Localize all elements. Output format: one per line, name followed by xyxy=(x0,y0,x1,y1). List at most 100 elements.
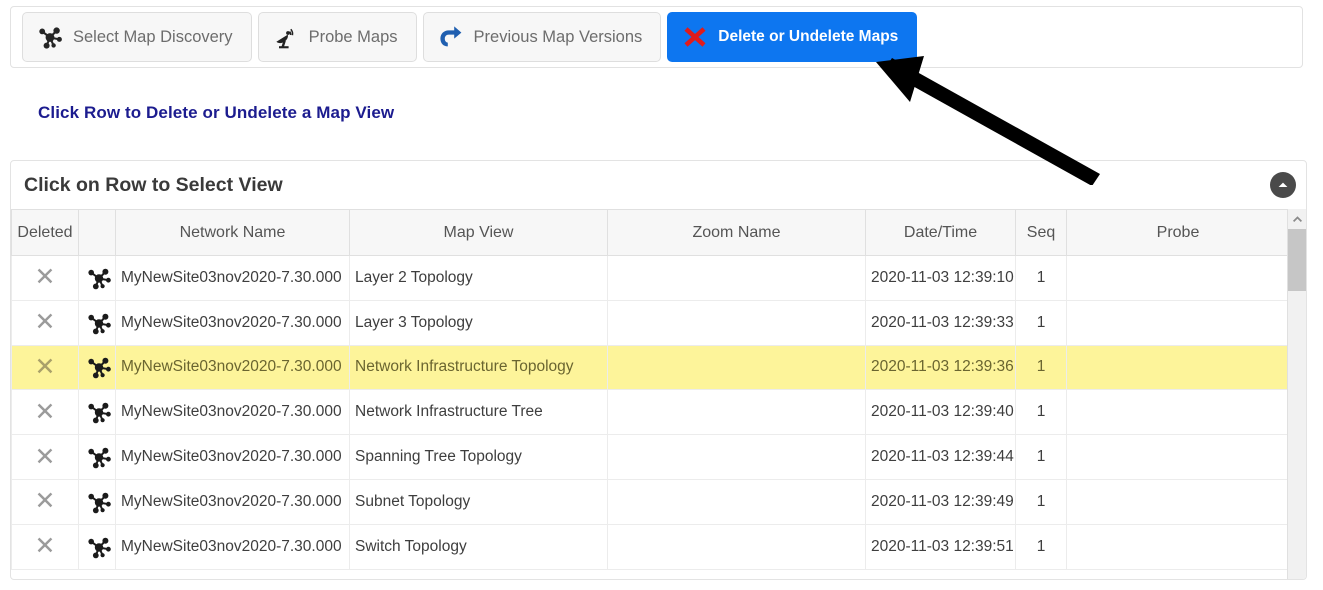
network-hub-icon xyxy=(84,354,114,380)
delete-cell[interactable]: ✕ xyxy=(11,299,79,346)
table-vertical-scrollbar[interactable] xyxy=(1287,209,1306,579)
network-hub-icon xyxy=(37,24,63,50)
delete-cell[interactable]: ✕ xyxy=(11,255,79,301)
cell-seq: 1 xyxy=(1015,255,1067,301)
network-hub-icon xyxy=(84,265,114,291)
cell-datetime: 2020-11-03 12:39:49 xyxy=(865,478,1016,525)
network-hub-icon xyxy=(84,310,114,336)
map-views-panel: Click on Row to Select View Deleted Netw… xyxy=(10,160,1307,580)
table-row[interactable]: ✕ MyNewSite03nov2020-7.30.000 Network Infr… xyxy=(11,389,1290,436)
column-header-seq[interactable]: Seq xyxy=(1015,209,1067,256)
cell-network-name: MyNewSite03nov2020-7.30.000 xyxy=(115,255,350,301)
tab-label: Previous Map Versions xyxy=(473,27,643,46)
cell-datetime: 2020-11-03 12:39:33 xyxy=(865,299,1016,346)
table-row[interactable]: ✕ MyNewSite03nov2020-7.30.000 Network Infr… xyxy=(11,344,1290,391)
table-header-row: Deleted Network Name Map View Zoom Name … xyxy=(11,209,1290,256)
column-header-probe[interactable]: Probe xyxy=(1066,209,1290,256)
cell-datetime: 2020-11-03 12:39:44 xyxy=(865,434,1016,480)
column-header-map-view[interactable]: Map View xyxy=(349,209,608,256)
table-row[interactable]: ✕ MyNewSite03nov2020-7.30.000 Spanning Tre… xyxy=(11,434,1290,480)
cell-zoom-name xyxy=(607,434,866,480)
row-icon-cell xyxy=(78,434,116,480)
cell-zoom-name xyxy=(607,344,866,391)
cell-seq: 1 xyxy=(1015,523,1067,570)
cell-zoom-name xyxy=(607,478,866,525)
close-icon[interactable]: ✕ xyxy=(35,265,56,290)
cell-zoom-name xyxy=(607,299,866,346)
delete-cell[interactable]: ✕ xyxy=(11,389,79,436)
delete-cell[interactable]: ✕ xyxy=(11,523,79,570)
tab-label: Probe Maps xyxy=(308,27,398,46)
cell-network-name: MyNewSite03nov2020-7.30.000 xyxy=(115,299,350,346)
close-icon[interactable]: ✕ xyxy=(35,354,56,380)
cell-probe xyxy=(1066,478,1290,525)
tab-label: Delete or Undelete Maps xyxy=(718,28,899,46)
table-row[interactable]: ✕ MyNewSite03nov2020-7.30.000 Layer 2 Topo… xyxy=(11,255,1290,301)
cell-map-view: Spanning Tree Topology xyxy=(349,434,608,480)
column-header-zoom-name[interactable]: Zoom Name xyxy=(607,209,866,256)
cell-seq: 1 xyxy=(1015,344,1067,391)
row-icon-cell xyxy=(78,344,116,391)
row-icon-cell xyxy=(78,523,116,570)
table-body: ✕ MyNewSite03nov2020-7.30.000 Layer 2 Topo… xyxy=(11,255,1290,570)
table-row[interactable]: ✕ MyNewSite03nov2020-7.30.000 Layer 3 Topo… xyxy=(11,299,1290,346)
row-icon-cell xyxy=(78,255,116,301)
map-views-table: Deleted Network Name Map View Zoom Name … xyxy=(11,209,1290,570)
close-icon[interactable]: ✕ xyxy=(35,444,56,470)
cell-seq: 1 xyxy=(1015,434,1067,480)
delete-cell[interactable]: ✕ xyxy=(11,344,79,391)
scrollbar-thumb[interactable] xyxy=(1288,229,1306,291)
table-row[interactable]: ✕ MyNewSite03nov2020-7.30.000 Subnet Topol… xyxy=(11,478,1290,525)
panel-header: Click on Row to Select View xyxy=(11,161,1306,209)
column-header-network-name[interactable]: Network Name xyxy=(115,209,350,256)
cell-map-view: Layer 2 Topology xyxy=(349,255,608,301)
tab-previous-map-versions[interactable]: Previous Map Versions xyxy=(422,12,662,62)
tab-label: Select Map Discovery xyxy=(73,27,233,46)
scroll-up-chevron-up-icon[interactable] xyxy=(1288,209,1306,229)
row-icon-cell xyxy=(78,478,116,525)
tab-bar: Select Map Discovery Probe Maps Previous… xyxy=(10,6,1303,68)
panel-title: Click on Row to Select View xyxy=(24,173,283,196)
cell-network-name: MyNewSite03nov2020-7.30.000 xyxy=(115,434,350,480)
cell-probe xyxy=(1066,255,1290,301)
network-hub-icon xyxy=(84,444,114,470)
cell-zoom-name xyxy=(607,255,866,301)
chevron-up-icon[interactable] xyxy=(1270,172,1296,198)
cell-zoom-name xyxy=(607,523,866,570)
tab-probe-maps[interactable]: Probe Maps xyxy=(257,12,417,62)
close-icon[interactable]: ✕ xyxy=(35,534,56,559)
table-row[interactable]: ✕ MyNewSite03nov2020-7.30.000 Switch Topol… xyxy=(11,523,1290,570)
delete-cell[interactable]: ✕ xyxy=(11,478,79,525)
cell-map-view: Network Infrastructure Topology xyxy=(349,344,608,391)
close-icon[interactable]: ✕ xyxy=(35,489,56,514)
map-views-table-container: Deleted Network Name Map View Zoom Name … xyxy=(11,209,1306,579)
cell-probe xyxy=(1066,389,1290,436)
delete-cell[interactable]: ✕ xyxy=(11,434,79,480)
network-hub-icon xyxy=(84,489,114,515)
network-hub-icon xyxy=(84,534,114,560)
cell-probe xyxy=(1066,344,1290,391)
cell-probe xyxy=(1066,299,1290,346)
redo-arrow-icon xyxy=(438,24,464,50)
cell-seq: 1 xyxy=(1015,478,1067,525)
cell-network-name: MyNewSite03nov2020-7.30.000 xyxy=(115,344,350,391)
cell-zoom-name xyxy=(607,389,866,436)
tab-delete-or-undelete-maps[interactable]: Delete or Undelete Maps xyxy=(667,12,918,62)
tab-select-map-discovery[interactable]: Select Map Discovery xyxy=(22,12,252,62)
cell-datetime: 2020-11-03 12:39:51 xyxy=(865,523,1016,570)
cell-network-name: MyNewSite03nov2020-7.30.000 xyxy=(115,478,350,525)
column-header-datetime[interactable]: Date/Time xyxy=(865,209,1016,256)
close-icon[interactable]: ✕ xyxy=(35,399,56,425)
cell-seq: 1 xyxy=(1015,389,1067,436)
cell-network-name: MyNewSite03nov2020-7.30.000 xyxy=(115,523,350,570)
satellite-dish-icon xyxy=(273,24,299,50)
column-header-icon[interactable] xyxy=(78,209,116,256)
cell-datetime: 2020-11-03 12:39:40 xyxy=(865,389,1016,436)
page-subheading: Click Row to Delete or Undelete a Map Vi… xyxy=(38,103,395,122)
column-header-deleted[interactable]: Deleted xyxy=(11,209,79,256)
cell-probe xyxy=(1066,523,1290,570)
cell-datetime: 2020-11-03 12:39:36 xyxy=(865,344,1016,391)
close-icon[interactable]: ✕ xyxy=(35,310,56,335)
row-icon-cell xyxy=(78,299,116,346)
cell-map-view: Switch Topology xyxy=(349,523,608,570)
